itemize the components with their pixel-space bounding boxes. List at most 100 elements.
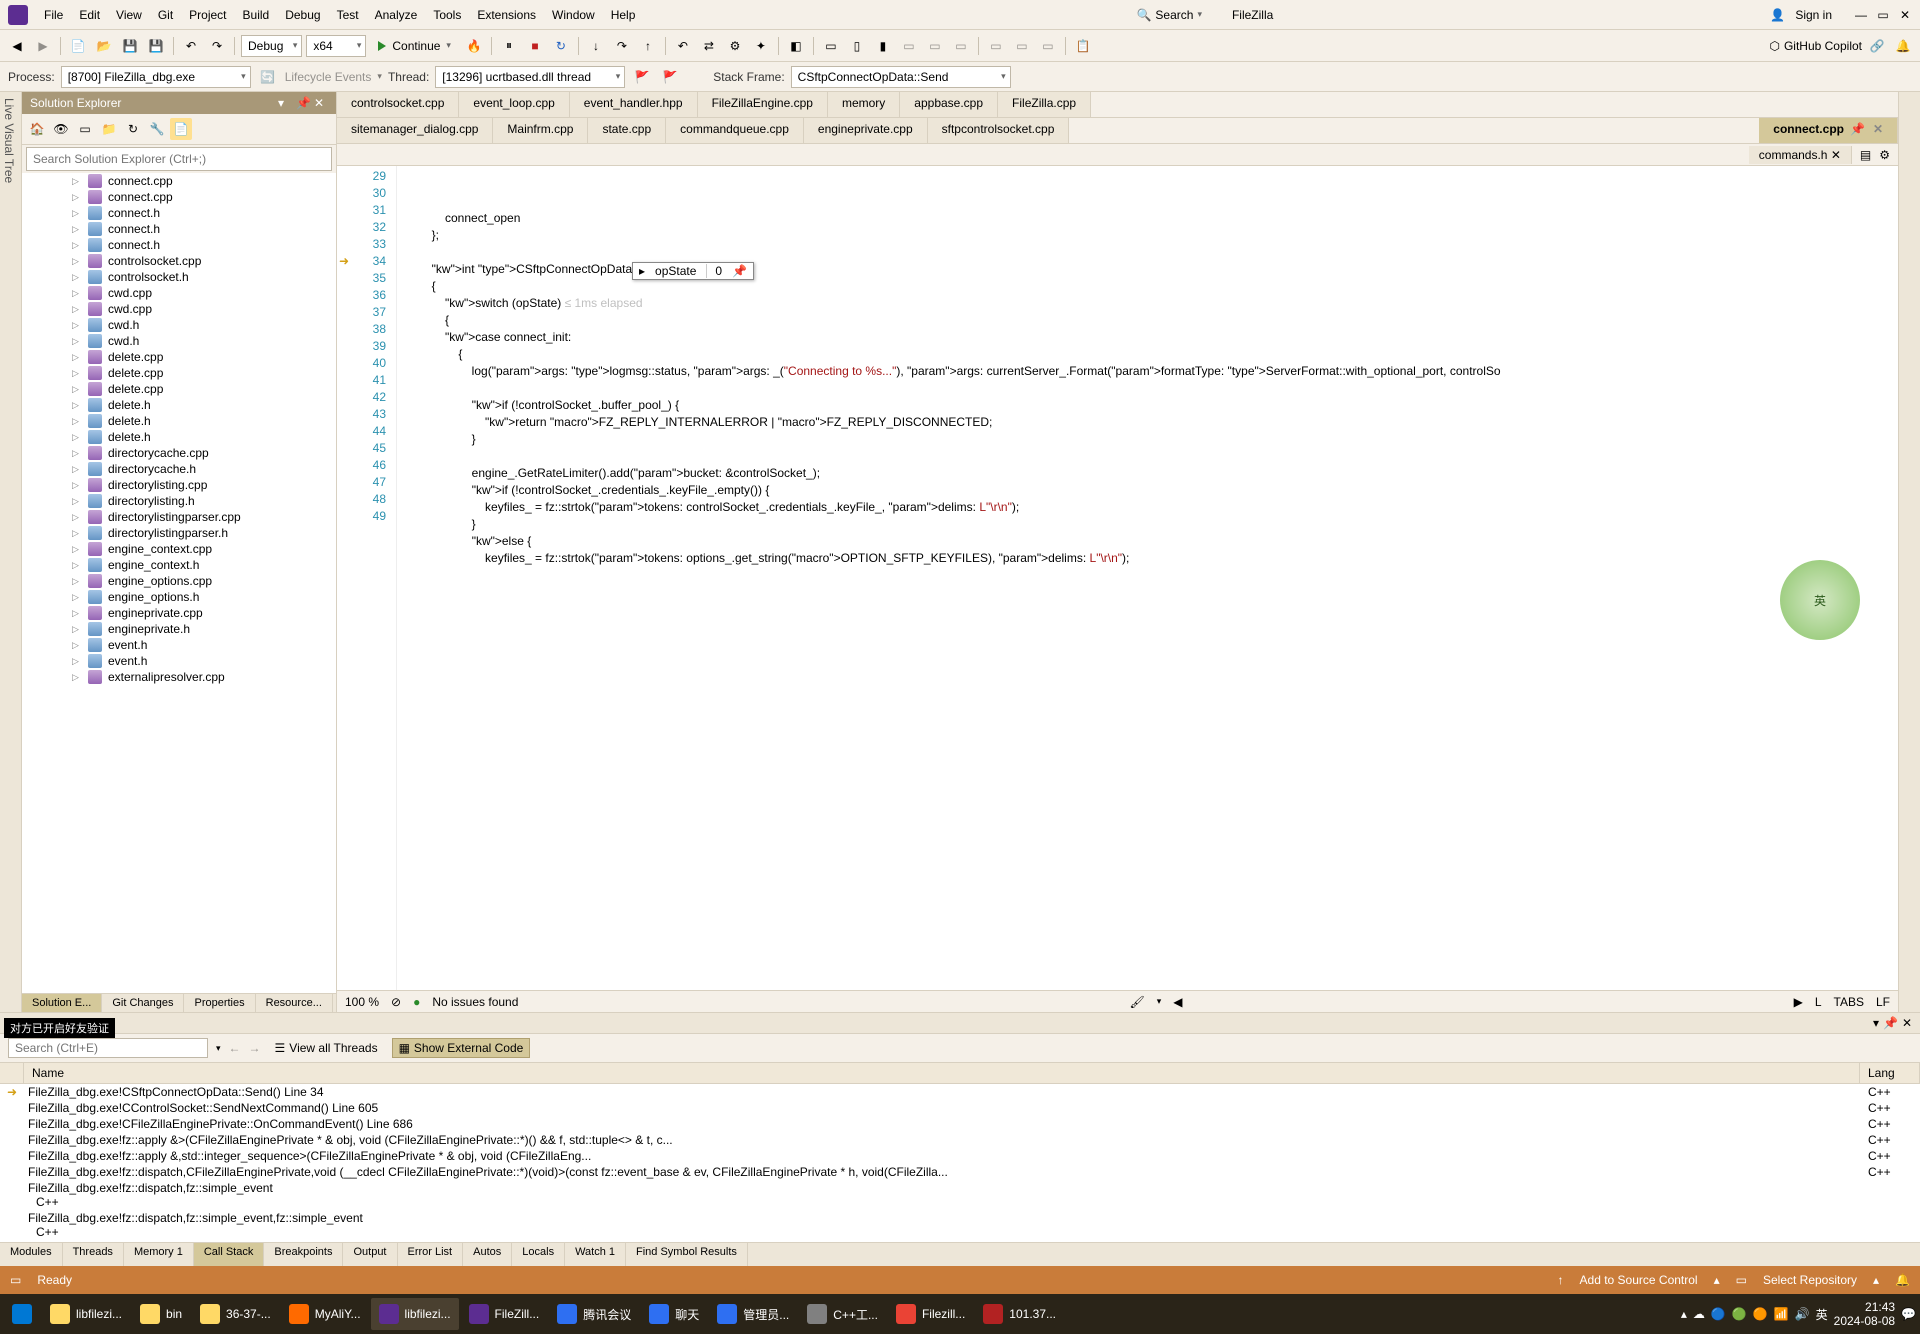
thread-flag2-button[interactable]: 🚩 — [659, 66, 681, 88]
process-combo[interactable]: [8700] FileZilla_dbg.exe — [61, 66, 251, 88]
open-button[interactable]: 📂 — [93, 35, 115, 57]
tree-item[interactable]: ▷delete.cpp — [22, 349, 336, 365]
callstack-row[interactable]: FileZilla_dbg.exe!CFileZillaEnginePrivat… — [0, 1240, 1920, 1242]
code-line[interactable]: { — [397, 346, 1898, 363]
tool-tab[interactable]: Modules — [0, 1243, 63, 1266]
tree-item[interactable]: ▷connect.cpp — [22, 173, 336, 189]
code-line[interactable] — [397, 448, 1898, 465]
show-external-button[interactable]: ▦ Show External Code — [392, 1038, 531, 1058]
menu-build[interactable]: Build — [235, 4, 278, 26]
save-button[interactable]: 💾 — [119, 35, 141, 57]
editor-tab[interactable]: FileZillaEngine.cpp — [698, 92, 828, 117]
tb-icon[interactable]: ▭ — [924, 35, 946, 57]
tree-item[interactable]: ▷cwd.h — [22, 317, 336, 333]
copilot-button[interactable]: GitHub Copilot — [1784, 39, 1862, 53]
tree-item[interactable]: ▷directorylisting.h — [22, 493, 336, 509]
pin-icon[interactable]: 📌 — [732, 264, 747, 278]
tool-tab[interactable]: Find Symbol Results — [626, 1243, 748, 1266]
tree-item[interactable]: ▷cwd.cpp — [22, 301, 336, 317]
solution-tree[interactable]: ▷connect.cpp▷connect.cpp▷connect.h▷conne… — [22, 173, 336, 993]
tb-icon[interactable]: ◧ — [785, 35, 807, 57]
tree-item[interactable]: ▷directorycache.h — [22, 461, 336, 477]
right-rail[interactable] — [1898, 92, 1920, 1012]
zoom-level[interactable]: 100 % — [345, 995, 379, 1009]
tb-icon[interactable]: ▭ — [820, 35, 842, 57]
stackframe-combo[interactable]: CSftpConnectOpData::Send — [791, 66, 1011, 88]
debug-datatip[interactable]: ▸ opState 0 📌 — [632, 262, 754, 280]
left-rail[interactable]: Live Visual Tree — [0, 92, 22, 1012]
tree-item[interactable]: ▷delete.h — [22, 397, 336, 413]
floating-avatar[interactable]: 英 — [1780, 560, 1860, 640]
code-line[interactable]: { — [397, 312, 1898, 329]
tb-icon[interactable]: ▮ — [872, 35, 894, 57]
tray-icon[interactable]: 🔵 — [1711, 1307, 1726, 1321]
menu-help[interactable]: Help — [603, 4, 644, 26]
code-line[interactable]: "kw">int "type">CSftpConnectOpData::Send… — [397, 261, 1898, 278]
code-line[interactable]: log("param">args: "type">logmsg::status,… — [397, 363, 1898, 380]
show-all-button[interactable]: 📁 — [98, 118, 120, 140]
add-source-control[interactable]: Add to Source Control — [1580, 1273, 1698, 1287]
config-combo[interactable]: Debug — [241, 35, 302, 57]
editor-tab[interactable]: event_handler.hpp — [570, 92, 698, 117]
col-lang[interactable]: Lang — [1860, 1063, 1920, 1083]
nav-prev-icon[interactable]: ◀ — [1173, 995, 1182, 1009]
tb-icon[interactable]: ↶ — [672, 35, 694, 57]
menu-project[interactable]: Project — [181, 4, 234, 26]
view-threads-button[interactable]: ☰ View all Threads — [269, 1039, 384, 1057]
tree-item[interactable]: ▷connect.cpp — [22, 189, 336, 205]
props-button[interactable]: 🔧 — [146, 118, 168, 140]
tree-item[interactable]: ▷externalipresolver.cpp — [22, 669, 336, 685]
tree-item[interactable]: ▷delete.h — [22, 429, 336, 445]
tray-icon[interactable]: ☁ — [1693, 1307, 1705, 1321]
brush-icon[interactable]: 🖌 — [1130, 995, 1145, 1009]
code-line[interactable]: { — [397, 278, 1898, 295]
menu-debug[interactable]: Debug — [277, 4, 328, 26]
tool-tab[interactable]: Watch 1 — [565, 1243, 626, 1266]
share-button[interactable]: 🔗 — [1866, 35, 1888, 57]
home-button[interactable]: 🏠 — [26, 118, 48, 140]
thread-flag-button[interactable]: 🚩 — [631, 66, 653, 88]
tree-item[interactable]: ▷engine_options.cpp — [22, 573, 336, 589]
tray-icon[interactable]: 🔊 — [1795, 1307, 1810, 1321]
tree-item[interactable]: ▷delete.h — [22, 413, 336, 429]
nav-prev-icon[interactable]: ← — [229, 1041, 241, 1055]
editor-tab[interactable]: memory — [828, 92, 900, 117]
tb-icon[interactable]: ▭ — [1011, 35, 1033, 57]
editor-tab[interactable]: FileZilla.cpp — [998, 92, 1091, 117]
tb-icon[interactable]: ▭ — [985, 35, 1007, 57]
step-over-button[interactable]: ↷ — [611, 35, 633, 57]
continue-button[interactable]: Continue ▾ — [370, 37, 459, 55]
tree-item[interactable]: ▷directorycache.cpp — [22, 445, 336, 461]
tree-item[interactable]: ▷directorylistingparser.h — [22, 525, 336, 541]
taskbar-item[interactable]: 36-37-... — [192, 1298, 279, 1330]
select-repo[interactable]: Select Repository — [1763, 1273, 1857, 1287]
sign-in-link[interactable]: Sign in — [1787, 4, 1840, 26]
tab-extra[interactable]: commands.h ✕ — [1749, 146, 1852, 164]
menu-git[interactable]: Git — [150, 4, 181, 26]
taskbar-item[interactable]: MyAliY... — [281, 1298, 369, 1330]
tree-item[interactable]: ▷cwd.h — [22, 333, 336, 349]
expand-icon[interactable]: ▸ — [639, 264, 645, 278]
editor-tab[interactable]: sitemanager_dialog.cpp — [337, 118, 493, 143]
pin-icon[interactable]: 📌 — [296, 96, 310, 110]
clock[interactable]: 21:43 2024-08-08 — [1834, 1300, 1895, 1329]
editor-tab[interactable]: appbase.cpp — [900, 92, 998, 117]
code-line[interactable]: "kw">switch (opState) ≤ 1ms elapsed — [397, 295, 1898, 312]
tb-icon[interactable]: ▭ — [898, 35, 920, 57]
menu-tools[interactable]: Tools — [425, 4, 469, 26]
step-out-button[interactable]: ↑ — [637, 35, 659, 57]
tool-tab[interactable]: Call Stack — [194, 1243, 265, 1266]
tab-active[interactable]: connect.cpp📌✕ — [1759, 118, 1898, 143]
taskbar-item[interactable]: 腾讯会议 — [549, 1298, 639, 1330]
tree-item[interactable]: ▷connect.h — [22, 221, 336, 237]
tool-tab[interactable]: Threads — [63, 1243, 124, 1266]
lifecycle-icon[interactable]: 🔄 — [257, 66, 279, 88]
tree-item[interactable]: ▷delete.cpp — [22, 365, 336, 381]
pin-icon[interactable]: 📌 — [1850, 122, 1865, 136]
code-line[interactable]: "kw">else { — [397, 533, 1898, 550]
tree-item[interactable]: ▷delete.cpp — [22, 381, 336, 397]
callstack-row[interactable]: FileZilla_dbg.exe!fz::dispatch,CFileZill… — [0, 1164, 1920, 1180]
code-line[interactable]: keyfiles_ = fz::strtok("param">tokens: c… — [397, 499, 1898, 516]
col-name[interactable]: Name — [24, 1063, 1860, 1083]
code-line[interactable]: }; — [397, 227, 1898, 244]
